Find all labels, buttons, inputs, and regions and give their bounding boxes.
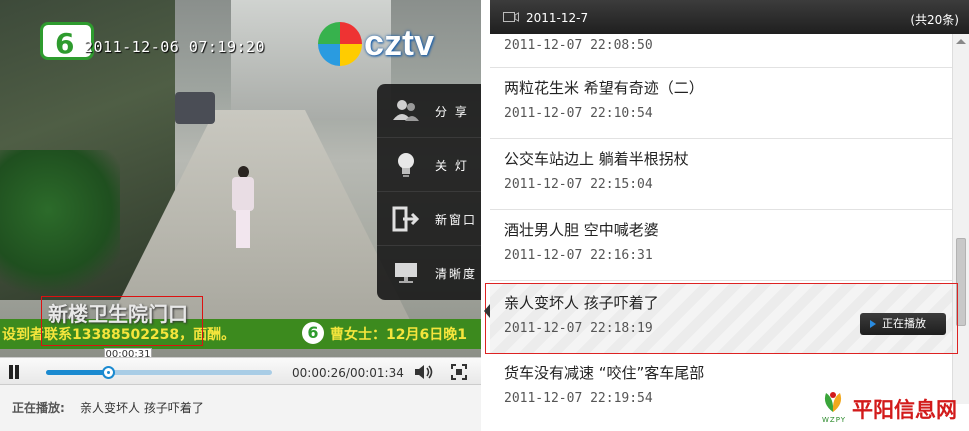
- progress-knob[interactable]: [102, 366, 116, 379]
- active-item-highlight-box: [485, 283, 958, 354]
- menu-new-window-button[interactable]: 新窗口: [377, 192, 481, 246]
- playlist-item-title: 货车没有减速 “咬住”客车尾部: [504, 364, 705, 382]
- brand-name: 平阳信息网: [852, 398, 957, 422]
- brand-logo: WZPY 平阳信息网: [818, 386, 969, 431]
- video-frame[interactable]: 6 2011-12-06 07:19:20 cztv 设到者联系13388502…: [0, 0, 481, 357]
- new-window-icon: [392, 206, 420, 232]
- video-scene-car: [175, 92, 215, 124]
- playlist-item[interactable]: 酒壮男人胆 空中喊老婆 2011-12-07 22:16:31: [490, 210, 952, 281]
- cztv-logo-text: cztv: [364, 22, 435, 63]
- playlist-item[interactable]: 公交车站边上 躺着半根拐杖 2011-12-07 22:15:04: [490, 139, 952, 210]
- volume-icon[interactable]: [414, 364, 434, 380]
- playlist-item-title: 公交车站边上 躺着半根拐杖: [504, 150, 689, 168]
- playlist-item-time: 2011-12-07 22:15:04: [504, 177, 653, 192]
- playlist-date: 2011-12-7: [526, 11, 589, 25]
- playlist-item-title: 酒壮男人胆 空中喊老婆: [504, 221, 659, 239]
- video-scene-tree: [0, 150, 120, 300]
- brand-subtext: WZPY: [822, 416, 847, 424]
- playlist-count: (共20条): [910, 13, 959, 27]
- share-users-icon: [393, 100, 419, 121]
- time-readout: 00:00:26/00:01:34: [292, 366, 404, 380]
- video-player: 6 2011-12-06 07:19:20 cztv 设到者联系13388502…: [0, 0, 481, 431]
- scroll-up-arrow-icon[interactable]: [956, 39, 966, 44]
- playlist-header: 2011-12-7 (共20条): [490, 0, 969, 34]
- cztv-logo: cztv: [318, 18, 470, 70]
- menu-lights-off-label: 关 灯: [435, 159, 469, 173]
- playlist-item-time: 2011-12-07 22:10:54: [504, 106, 653, 121]
- caption-highlight-box: [41, 296, 203, 346]
- fullscreen-icon[interactable]: [451, 364, 467, 380]
- video-timestamp: 2011-12-06 07:19:20: [84, 38, 266, 56]
- playlist-item-time: 2011-12-07 22:19:54: [504, 391, 653, 404]
- menu-clarity-label: 清晰度: [435, 267, 478, 281]
- now-playing-bar: 正在播放: 亲人变坏人 孩子吓着了: [0, 385, 481, 431]
- progress-bar[interactable]: [46, 366, 272, 379]
- ticker-badge: 6: [302, 322, 324, 344]
- now-playing-title: 亲人变坏人 孩子吓着了: [80, 401, 204, 415]
- pause-button[interactable]: [6, 365, 22, 380]
- playlist-item-title: 两粒花生米 希望有奇迹（二）: [504, 79, 704, 97]
- channel-logo-number: 6: [55, 27, 75, 60]
- progress-fill: [46, 370, 109, 375]
- player-side-menu: 分 享 关 灯 新窗口 清晰度: [377, 84, 481, 300]
- playlist-item-time: 2011-12-07 22:08:50: [504, 38, 653, 53]
- page: 6 2011-12-06 07:19:20 cztv 设到者联系13388502…: [0, 0, 969, 431]
- menu-share-label: 分 享: [435, 105, 469, 119]
- ticker-right-text: 曹女士：12月6日晚1: [330, 327, 467, 343]
- playlist-panel: 2011-12-7 (共20条) 2011-12-07 22:08:50 两粒花…: [490, 0, 969, 431]
- playlist-item-time: 2011-12-07 22:16:31: [504, 248, 653, 263]
- brand-leaf-icon: [824, 392, 842, 412]
- playlist-item[interactable]: 两粒花生米 希望有奇迹（二） 2011-12-07 22:10:54: [490, 68, 952, 139]
- menu-share-button[interactable]: 分 享: [377, 84, 481, 138]
- playlist-item[interactable]: 2011-12-07 22:08:50: [490, 34, 952, 68]
- player-controls: 00:00:26/00:01:34: [0, 357, 481, 385]
- cztv-swirl-icon: [318, 22, 362, 66]
- clarity-monitor-icon: [395, 263, 417, 283]
- video-scene-person: [229, 166, 257, 250]
- now-playing-label: 正在播放:: [12, 401, 65, 415]
- menu-clarity-button[interactable]: 清晰度: [377, 246, 481, 300]
- menu-new-window-label: 新窗口: [435, 213, 478, 227]
- active-item-pointer-icon: [484, 304, 490, 318]
- menu-lights-off-button[interactable]: 关 灯: [377, 138, 481, 192]
- video-camera-icon: [503, 12, 519, 22]
- lightbulb-icon: [398, 153, 414, 177]
